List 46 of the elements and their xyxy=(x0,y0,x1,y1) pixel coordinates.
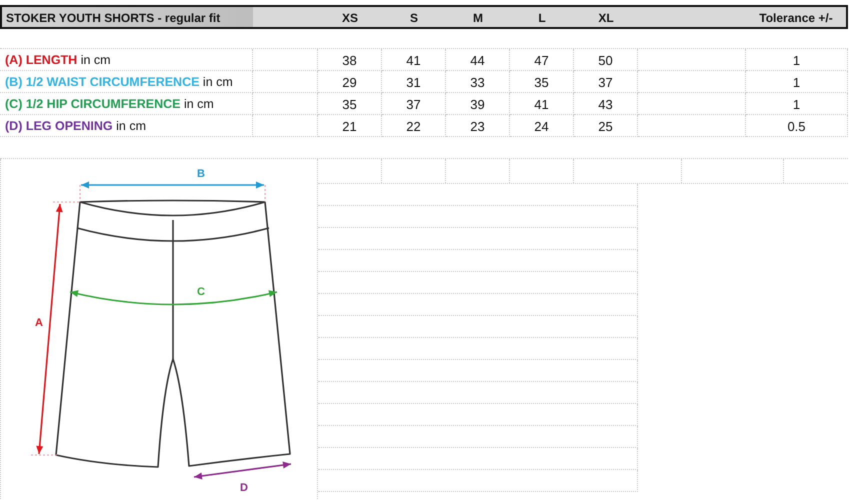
header-cell xyxy=(253,5,318,29)
empty-cell xyxy=(253,71,318,93)
table-cell: 29 xyxy=(318,71,382,93)
table-cell: 1 xyxy=(746,49,848,71)
table-cell: 23 xyxy=(446,115,510,137)
table-cell: 47 xyxy=(510,49,574,71)
table-cell: 24 xyxy=(510,115,574,137)
size-header: L xyxy=(510,5,574,29)
table-cell: 0.5 xyxy=(746,115,848,137)
table-cell: 35 xyxy=(318,93,382,115)
measurement-label: (C) 1/2 HIP CIRCUMFERENCE in cm xyxy=(0,93,253,115)
guide-line xyxy=(30,454,58,456)
size-header: S xyxy=(382,5,446,29)
size-header: XL xyxy=(574,5,638,29)
table-cell: 41 xyxy=(510,93,574,115)
dimension-label: A xyxy=(35,317,43,329)
table-cell: 44 xyxy=(446,49,510,71)
table-cell: 43 xyxy=(574,93,638,115)
empty-cell xyxy=(253,49,318,71)
guide-line xyxy=(264,184,266,202)
tolerance-header: Tolerance +/- xyxy=(746,5,848,29)
table-cell: 38 xyxy=(318,49,382,71)
table-cell: 50 xyxy=(574,49,638,71)
measurement-label: (D) LEG OPENING in cm xyxy=(0,115,253,137)
table-cell: 22 xyxy=(382,115,446,137)
measurement-label: (A) LENGTH in cm xyxy=(0,49,253,71)
empty-cell xyxy=(253,115,318,137)
table-cell: 41 xyxy=(382,49,446,71)
dimension-label: C xyxy=(197,286,205,298)
table-cell: 25 xyxy=(574,115,638,137)
table-cell: 37 xyxy=(382,93,446,115)
size-header: XS xyxy=(318,5,382,29)
table-cell: 37 xyxy=(574,71,638,93)
empty-cell xyxy=(253,93,318,115)
table-cell: 33 xyxy=(446,71,510,93)
table-cell: 1 xyxy=(746,93,848,115)
size-header: M xyxy=(446,5,510,29)
dimension-label: B xyxy=(197,168,205,180)
table-cell: 1 xyxy=(746,71,848,93)
table-cell: 21 xyxy=(318,115,382,137)
table-cell: 35 xyxy=(510,71,574,93)
table-cell: 31 xyxy=(382,71,446,93)
table-cell: 39 xyxy=(446,93,510,115)
dimension-label: D xyxy=(240,482,248,494)
measurement-label: (B) 1/2 WAIST CIRCUMFERENCE in cm xyxy=(0,71,253,93)
sheet-title: STOKER YOUTH SHORTS - regular fit xyxy=(0,5,253,29)
